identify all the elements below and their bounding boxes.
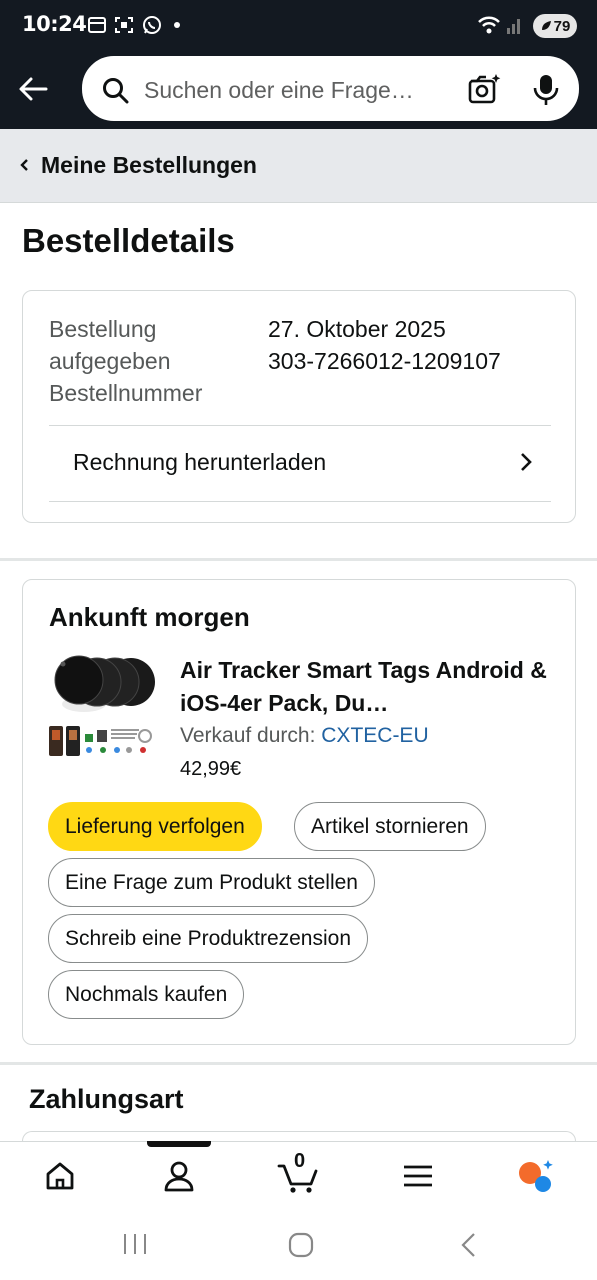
nav-account[interactable] bbox=[159, 1156, 199, 1196]
seller-label: Verkauf durch: bbox=[180, 724, 316, 747]
nav-rufus[interactable] bbox=[516, 1156, 556, 1196]
search-input[interactable] bbox=[144, 72, 444, 108]
status-time: 10:24 bbox=[22, 12, 87, 36]
system-back-icon[interactable] bbox=[458, 1231, 478, 1259]
bottom-navigation: 0 bbox=[0, 1141, 597, 1211]
breadcrumb-label[interactable]: Meine Bestellungen bbox=[41, 152, 257, 179]
search-bar[interactable] bbox=[82, 56, 579, 121]
status-bar: 10:24 79 bbox=[0, 0, 597, 52]
chevron-left-icon bbox=[20, 159, 28, 171]
order-number-label: Bestellnummer bbox=[49, 380, 203, 406]
section-separator bbox=[0, 1062, 597, 1065]
write-review-button[interactable]: Schreib eine Produktrezension bbox=[48, 914, 369, 963]
camera-search-icon[interactable] bbox=[467, 73, 501, 105]
product-image[interactable] bbox=[49, 654, 155, 760]
account-icon bbox=[164, 1161, 194, 1192]
invoice-download-row[interactable]: Rechnung herunterladen bbox=[49, 427, 551, 503]
whatsapp-icon bbox=[143, 16, 161, 34]
order-date-value: 27. Oktober 2025 bbox=[268, 316, 446, 342]
cancel-item-button[interactable]: Artikel stornieren bbox=[294, 802, 486, 851]
invoice-download-label[interactable]: Rechnung herunterladen bbox=[73, 449, 326, 476]
page-title: Bestelldetails bbox=[22, 222, 235, 259]
leaf-icon bbox=[541, 21, 551, 30]
home-icon bbox=[46, 1162, 74, 1190]
order-labels: Bestellung aufgegeben Bestellnummer bbox=[49, 313, 249, 409]
nav-menu[interactable] bbox=[398, 1156, 438, 1196]
status-notification-icons bbox=[88, 15, 180, 35]
track-delivery-button[interactable]: Lieferung verfolgen bbox=[48, 802, 262, 851]
chevron-right-icon bbox=[521, 453, 532, 471]
divider bbox=[49, 425, 551, 426]
nav-cart[interactable]: 0 bbox=[277, 1150, 321, 1196]
payment-heading: Zahlungsart bbox=[29, 1084, 184, 1114]
active-tab-indicator bbox=[147, 1141, 211, 1147]
back-arrow-icon[interactable] bbox=[16, 72, 50, 106]
shipment-card: Ankunft morgen Air Tracker Smart Tags An… bbox=[22, 579, 576, 1045]
search-icon bbox=[103, 78, 129, 104]
divider bbox=[49, 501, 551, 502]
system-navigation-bar bbox=[0, 1211, 597, 1280]
breadcrumb[interactable]: Meine Bestellungen bbox=[0, 129, 597, 203]
battery-indicator: 79 bbox=[533, 14, 577, 38]
battery-level: 79 bbox=[553, 17, 571, 35]
wifi-signal-icon bbox=[478, 16, 520, 34]
section-separator bbox=[0, 558, 597, 561]
buy-again-button[interactable]: Nochmals kaufen bbox=[48, 970, 245, 1019]
order-number-value: 303-7266012-1209107 bbox=[268, 348, 501, 374]
app-header bbox=[0, 52, 597, 129]
nav-home[interactable] bbox=[40, 1156, 80, 1196]
home-button-icon[interactable] bbox=[287, 1231, 315, 1259]
order-info-card: Bestellung aufgegeben Bestellnummer 27. … bbox=[22, 290, 576, 523]
shipment-status-heading: Ankunft morgen bbox=[49, 602, 250, 632]
screenshot-icon bbox=[115, 17, 133, 33]
menu-icon bbox=[404, 1165, 432, 1187]
product-price: 42,99€ bbox=[180, 758, 242, 780]
order-date-label: Bestellung aufgegeben bbox=[49, 316, 171, 374]
dot-icon bbox=[174, 22, 180, 28]
gallery-icon bbox=[88, 17, 106, 33]
rufus-icon bbox=[519, 1160, 553, 1192]
microphone-icon[interactable] bbox=[532, 73, 560, 107]
cart-count: 0 bbox=[294, 1150, 306, 1172]
seller-info: Verkauf durch: CXTEC-EU bbox=[180, 724, 429, 748]
product-title[interactable]: Air Tracker Smart Tags Android & iOS-4er… bbox=[180, 654, 555, 720]
seller-link[interactable]: CXTEC-EU bbox=[321, 724, 428, 747]
ask-question-button[interactable]: Eine Frage zum Produkt stellen bbox=[48, 858, 375, 907]
recent-apps-icon[interactable] bbox=[122, 1231, 148, 1257]
order-values: 27. Oktober 2025 303-7266012-1209107 bbox=[268, 313, 501, 377]
